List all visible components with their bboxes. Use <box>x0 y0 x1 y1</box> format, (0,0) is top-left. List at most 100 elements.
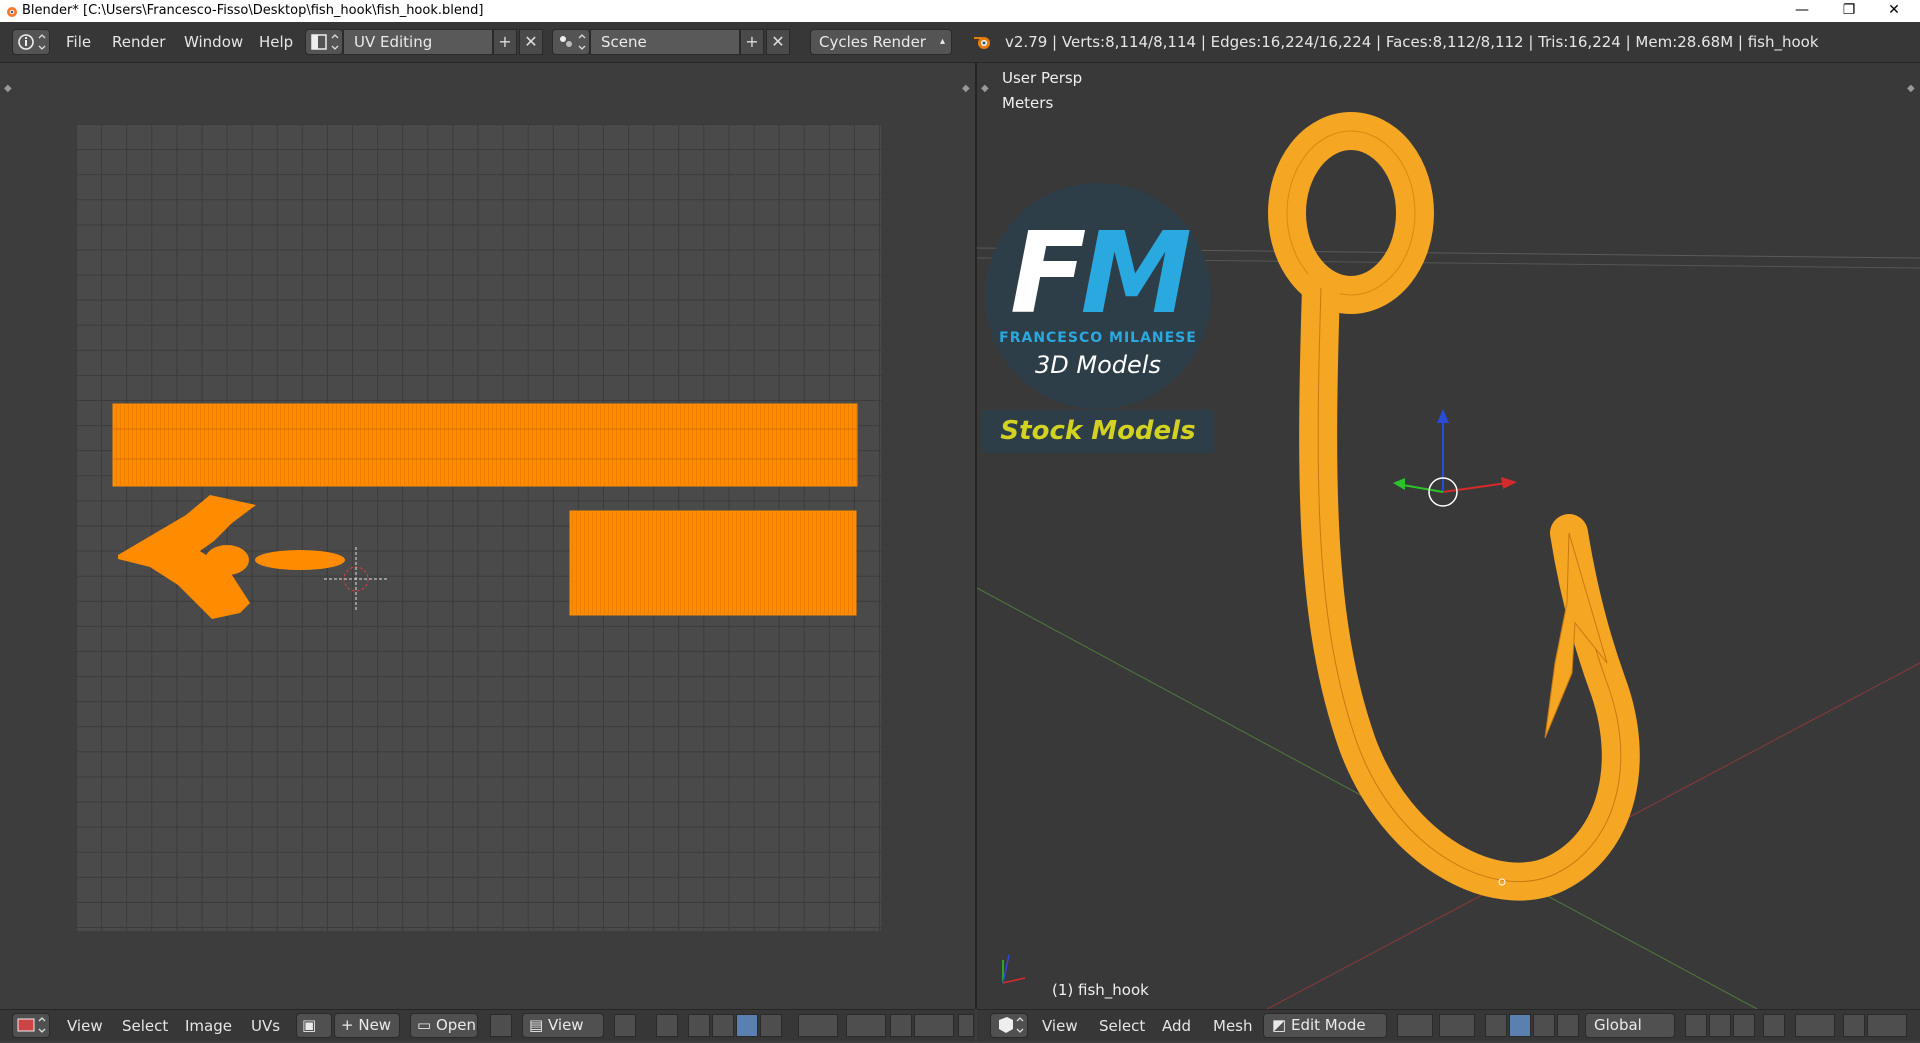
viewport-shading-icon[interactable] <box>1397 1014 1433 1037</box>
editor-type-button[interactable] <box>990 1013 1028 1038</box>
proportional-edit-icon[interactable] <box>846 1014 886 1037</box>
menu-mesh[interactable]: Mesh <box>1213 1017 1253 1035</box>
fish-hook-mesh[interactable] <box>1268 112 1640 901</box>
uv-island-oval[interactable] <box>205 545 249 575</box>
remove-layout-button[interactable]: ✕ <box>519 29 543 55</box>
3d-view-header: View Select Add Mesh ◩ Edit Mode Global <box>977 1009 1920 1041</box>
uv-image-editor[interactable]: ◆ ◆ <box>0 63 977 1009</box>
proportional-edit-icon[interactable] <box>1795 1014 1835 1037</box>
plus-icon: + <box>498 32 512 51</box>
open-label: Open <box>435 1016 477 1034</box>
logo-subtitle: 3D Models <box>1035 351 1161 379</box>
editor-type-button[interactable] <box>12 29 50 55</box>
sync-selection-icon[interactable] <box>656 1014 678 1037</box>
edge-select-icon[interactable] <box>1709 1014 1731 1037</box>
scene-selector[interactable] <box>552 29 590 55</box>
uv-island-block[interactable] <box>569 510 857 616</box>
scene-statistics: v2.79 | Verts:8,114/8,114 | Edges:16,224… <box>1005 33 1819 51</box>
uv-island-eye[interactable] <box>255 550 345 570</box>
menu-help[interactable]: Help <box>259 33 293 51</box>
add-scene-button[interactable]: + <box>740 29 764 55</box>
translate-manipulator-icon[interactable] <box>1509 1014 1531 1037</box>
window-titlebar: Blender* [C:\Users\Francesco-Fisso\Deskt… <box>0 0 1920 22</box>
3d-view-icon <box>999 1017 1024 1033</box>
uv-islands[interactable] <box>0 63 975 1009</box>
menu-uvs[interactable]: UVs <box>251 1017 280 1035</box>
logo-name: FRANCESCO MILANESE <box>999 330 1197 346</box>
paint-icon[interactable] <box>958 1014 974 1037</box>
image-icon: ▣ <box>302 1016 317 1034</box>
maximize-button[interactable]: ❐ <box>1827 0 1871 22</box>
vertex-select-icon[interactable] <box>1685 1014 1707 1037</box>
menu-select[interactable]: Select <box>1099 1017 1145 1035</box>
manipulator-toggle-icon[interactable] <box>1485 1014 1507 1037</box>
render-engine-label: Cycles Render <box>819 33 926 51</box>
screen-layout-field[interactable]: UV Editing <box>343 29 493 55</box>
close-button[interactable]: ✕ <box>1872 0 1916 22</box>
fm-logo: FM FRANCESCO MILANESE 3D Models <box>985 183 1211 409</box>
scale-manipulator-icon[interactable] <box>1557 1014 1579 1037</box>
pin-icon[interactable] <box>490 1014 512 1037</box>
image-browse-button[interactable]: ▣ <box>296 1013 332 1038</box>
edge-select-icon[interactable] <box>712 1014 734 1037</box>
add-layout-button[interactable]: + <box>493 29 517 55</box>
scene-icon <box>560 34 586 50</box>
menu-view[interactable]: View <box>67 1017 103 1035</box>
updown-arrows-icon: ▴ <box>939 36 945 47</box>
view-mode-dropdown[interactable]: ▤ View <box>522 1013 604 1038</box>
transform-manipulator-icon[interactable] <box>1393 409 1517 507</box>
pivot-point-icon[interactable] <box>1439 1014 1475 1037</box>
face-select-icon[interactable] <box>1733 1014 1755 1037</box>
remove-scene-button[interactable]: ✕ <box>766 29 790 55</box>
menu-file[interactable]: File <box>66 33 91 51</box>
mode-dropdown[interactable]: ◩ Edit Mode <box>1263 1013 1387 1038</box>
island-select-icon[interactable] <box>760 1014 782 1037</box>
3d-viewport[interactable]: ◆ ◆ User Persp Meters FM FRANCESCO MILAN… <box>977 63 1920 1009</box>
menu-window[interactable]: Window <box>184 33 243 51</box>
info-icon <box>18 34 46 50</box>
transform-orientation-dropdown[interactable]: Global <box>1585 1013 1675 1038</box>
menu-render[interactable]: Render <box>112 33 165 51</box>
screen-layout-selector[interactable] <box>305 29 343 55</box>
new-label: New <box>358 1016 392 1034</box>
minimize-button[interactable]: — <box>1780 0 1824 22</box>
uv-editor-header: View Select Image UVs ▣ + New ▭ Open ▤ V… <box>0 1009 975 1041</box>
active-object-label: (1) fish_hook <box>1052 981 1149 999</box>
close-icon: ✕ <box>524 32 538 51</box>
face-select-icon[interactable] <box>736 1014 758 1037</box>
orientation-label: Global <box>1594 1016 1642 1034</box>
image-editor-icon <box>17 1017 46 1033</box>
snap-icon[interactable] <box>890 1014 912 1037</box>
rotate-manipulator-icon[interactable] <box>1533 1014 1555 1037</box>
info-header: File Render Window Help UV Editing + ✕ S… <box>0 22 1920 63</box>
pivot-icon[interactable] <box>614 1014 636 1037</box>
view-mode-icon: ▤ <box>529 1016 544 1034</box>
logo-letter-f: F <box>1010 209 1086 339</box>
menu-add[interactable]: Add <box>1162 1017 1191 1035</box>
logo-letter-m: M <box>1080 209 1192 339</box>
plus-icon: + <box>745 32 759 51</box>
stock-models-badge: Stock Models <box>982 410 1214 453</box>
new-image-button[interactable]: + New <box>334 1013 400 1038</box>
editor-type-button[interactable] <box>12 1013 50 1038</box>
uv-island-long-strip[interactable] <box>112 403 858 487</box>
edit-mode-icon: ◩ <box>1272 1016 1287 1034</box>
menu-select[interactable]: Select <box>122 1017 168 1035</box>
layout-icon <box>311 34 339 50</box>
open-image-button[interactable]: ▭ Open <box>410 1013 478 1038</box>
plus-icon: + <box>341 1016 354 1034</box>
menu-image[interactable]: Image <box>185 1017 232 1035</box>
axis-gizmo-icon <box>1002 954 1026 984</box>
snap-element-icon[interactable] <box>1867 1014 1907 1037</box>
limit-selection-icon[interactable] <box>1763 1014 1785 1037</box>
snap-icon[interactable] <box>1843 1014 1865 1037</box>
sticky-mode-icon[interactable] <box>798 1014 838 1037</box>
menu-view[interactable]: View <box>1042 1017 1078 1035</box>
folder-icon: ▭ <box>417 1016 432 1034</box>
scene-field[interactable]: Scene <box>590 29 740 55</box>
view-mode-label: View <box>547 1016 584 1034</box>
vertex-select-icon[interactable] <box>688 1014 710 1037</box>
snap-target-icon[interactable] <box>914 1014 954 1037</box>
mode-label: Edit Mode <box>1290 1016 1366 1034</box>
render-engine-dropdown[interactable]: Cycles Render ▴ <box>810 29 952 55</box>
